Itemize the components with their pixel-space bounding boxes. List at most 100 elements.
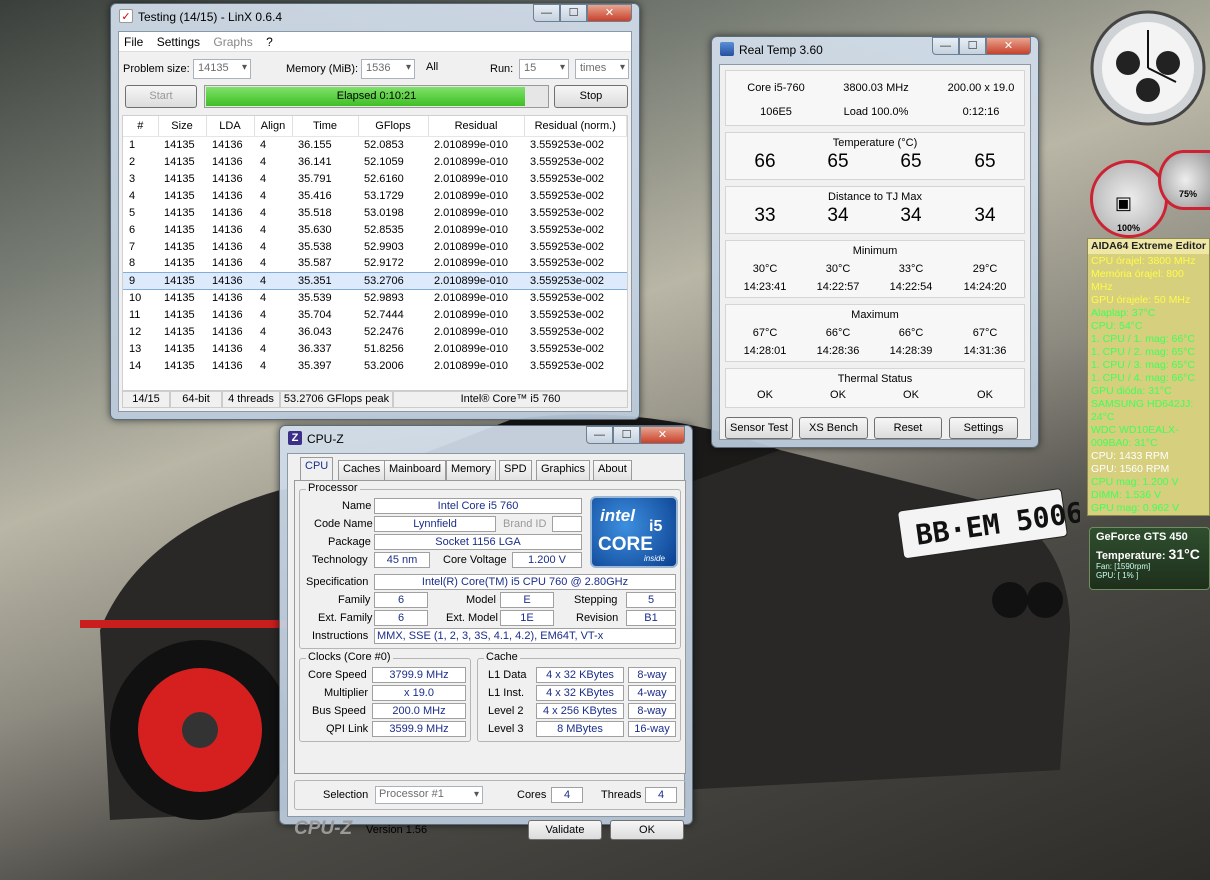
column-header[interactable]: LDA	[206, 116, 255, 137]
settings-button[interactable]: Settings	[949, 417, 1018, 439]
table-cell: 3.559253e-002	[530, 240, 605, 253]
linx-titlebar[interactable]: ✓ Testing (14/15) - LinX 0.6.4 — ☐ ✕	[118, 4, 632, 31]
technology-label: Technology	[312, 554, 368, 566]
table-cell: 2.010899e-010	[434, 155, 509, 168]
table-cell: 4	[260, 291, 267, 304]
table-cell: 4	[260, 155, 267, 168]
table-cell: 3.559253e-002	[530, 325, 605, 338]
table-row[interactable]: 5 14135 14136 4 35.518 53.0198 2.010899e-010 3.…	[123, 204, 627, 221]
realtemp-titlebar[interactable]: Real Temp 3.60 — ☐ ✕	[719, 37, 1031, 64]
table-row[interactable]: 9 14135 14136 4 35.351 53.2706 2.010899e-010 3.…	[123, 271, 627, 290]
elapsed-progress-bar: Elapsed 0:10:21	[204, 85, 549, 108]
start-button[interactable]: Start	[125, 85, 197, 108]
table-row[interactable]: 14 14135 14136 4 35.397 53.2006 2.010899e-010 3…	[123, 357, 627, 374]
table-cell: 35.518	[298, 206, 332, 219]
problem-size-label: Problem size:	[123, 63, 190, 75]
core1-min-time: 14:22:57	[816, 281, 860, 293]
status-arch: 64-bit	[170, 390, 222, 408]
table-cell: 14135	[164, 291, 195, 304]
menu-graphs[interactable]: Graphs	[213, 35, 252, 49]
table-row[interactable]: 6 14135 14136 4 35.630 52.8535 2.010899e-010 3.…	[123, 221, 627, 238]
table-row[interactable]: 12 14135 14136 4 36.043 52.2476 2.010899e-010 3…	[123, 323, 627, 340]
column-header[interactable]: Align	[254, 116, 293, 137]
table-cell: 4	[260, 138, 267, 151]
table-cell: 14135	[164, 342, 195, 355]
sensor-line: SAMSUNG HD642JJ: 24°C	[1091, 398, 1194, 423]
sensor-line: Memória órajel: 800 MHz	[1091, 268, 1184, 293]
table-row[interactable]: 4 14135 14136 4 35.416 53.1729 2.010899e-010 3.…	[123, 187, 627, 204]
cpuz-window[interactable]: Z CPU-Z — ☐ ✕ CPU Caches Mainboard Memor…	[279, 425, 693, 840]
menu-file[interactable]: File	[124, 35, 143, 49]
xs-bench-button[interactable]: XS Bench	[799, 417, 868, 439]
linx-window[interactable]: ✓ Testing (14/15) - LinX 0.6.4 — ☐ ✕ Fil…	[110, 3, 640, 420]
cpuz-titlebar[interactable]: Z CPU-Z — ☐ ✕	[287, 426, 685, 453]
close-button[interactable]: ✕	[587, 4, 632, 22]
column-header[interactable]: GFlops	[358, 116, 429, 137]
table-row[interactable]: 11 14135 14136 4 35.704 52.7444 2.010899e-010 3…	[123, 306, 627, 323]
column-header[interactable]: Residual	[428, 116, 525, 137]
core2-max: 66°C	[898, 327, 924, 339]
run-unit-select[interactable]: times	[575, 59, 629, 79]
table-cell: 14136	[212, 172, 243, 185]
tab-about[interactable]: About	[593, 460, 632, 480]
table-cell: 4	[260, 189, 267, 202]
column-header[interactable]: Residual (norm.)	[524, 116, 627, 137]
sensor-test-button[interactable]: Sensor Test	[725, 417, 793, 439]
close-button[interactable]: ✕	[640, 426, 685, 444]
table-cell: 36.337	[298, 342, 332, 355]
reset-button[interactable]: Reset	[874, 417, 942, 439]
tab-graphics[interactable]: Graphics	[536, 460, 591, 480]
tab-spd[interactable]: SPD	[499, 460, 532, 480]
table-cell: 53.2006	[364, 359, 404, 372]
cache-group: Cache L1 Data 4 x 32 KBytes 8-way L1 Ins…	[477, 651, 681, 742]
minimize-button[interactable]: —	[533, 4, 560, 22]
table-cell: 3.559253e-002	[530, 189, 605, 202]
gpu-gadget-title: GeForce GTS 450	[1096, 531, 1188, 543]
sensor-line: GPU dióda: 31°C	[1091, 385, 1172, 397]
minimize-button[interactable]: —	[932, 37, 959, 55]
table-cell: 14136	[212, 155, 243, 168]
maximize-button[interactable]: ☐	[613, 426, 640, 444]
results-table-container[interactable]: # Size LDA Align Time GFlops Residual Residual …	[122, 115, 628, 392]
minimize-button[interactable]: —	[586, 426, 613, 444]
clock-gadget[interactable]	[1088, 8, 1208, 128]
table-cell: 35.704	[298, 308, 332, 321]
close-button[interactable]: ✕	[986, 37, 1031, 55]
tab-memory[interactable]: Memory	[446, 460, 496, 480]
realtemp-window[interactable]: Real Temp 3.60 — ☐ ✕ Core i5-760 3800.03…	[711, 36, 1039, 448]
table-cell: 5	[129, 206, 136, 219]
table-row[interactable]: 2 14135 14136 4 36.141 52.1059 2.010899e-010 3.…	[123, 153, 627, 170]
tab-mainboard[interactable]: Mainboard	[384, 460, 446, 480]
menu-help[interactable]: ?	[266, 35, 273, 49]
table-row[interactable]: 3 14135 14136 4 35.791 52.6160 2.010899e-010 3.…	[123, 170, 627, 187]
cpu-meter-gadget[interactable]: ▣ 100%	[1090, 160, 1168, 238]
ok-button[interactable]: OK	[610, 820, 684, 840]
table-row[interactable]: 8 14135 14136 4 35.587 52.9172 2.010899e-010 3.…	[123, 255, 627, 272]
memory-select[interactable]: 1536	[361, 59, 415, 79]
table-cell: 3.559253e-002	[530, 172, 605, 185]
all-checkbox-label[interactable]: All	[426, 61, 438, 73]
column-header[interactable]: #	[123, 116, 159, 137]
run-count-select[interactable]: 15	[519, 59, 569, 79]
ext-family-value: 6	[374, 610, 428, 626]
table-row[interactable]: 7 14135 14136 4 35.538 52.9903 2.010899e-010 3.…	[123, 238, 627, 255]
maximize-button[interactable]: ☐	[959, 37, 986, 55]
minimum-label: Minimum	[852, 245, 898, 257]
menu-settings[interactable]: Settings	[157, 35, 200, 49]
core1-min: 30°C	[825, 263, 851, 275]
column-header[interactable]: Size	[158, 116, 207, 137]
stop-button[interactable]: Stop	[554, 85, 628, 108]
table-cell: 35.538	[298, 240, 332, 253]
problem-size-select[interactable]: 14135	[193, 59, 251, 79]
memory-meter-gadget[interactable]: 75%	[1158, 150, 1210, 210]
maximize-button[interactable]: ☐	[560, 4, 587, 22]
validate-button[interactable]: Validate	[528, 820, 602, 840]
table-row[interactable]: 1 14135 14136 4 36.155 52.0853 2.010899e-010 3.…	[123, 136, 627, 153]
table-row[interactable]: 10 14135 14136 4 35.539 52.9893 2.010899e-010 3…	[123, 289, 627, 306]
processor-select[interactable]: Processor #1	[375, 786, 483, 804]
tab-caches[interactable]: Caches	[338, 460, 386, 480]
table-row[interactable]: 13 14135 14136 4 36.337 51.8256 2.010899e-010 3…	[123, 340, 627, 357]
tab-cpu[interactable]: CPU	[300, 457, 334, 481]
column-header[interactable]: Time	[292, 116, 359, 137]
processor-label: Processor	[306, 482, 360, 494]
